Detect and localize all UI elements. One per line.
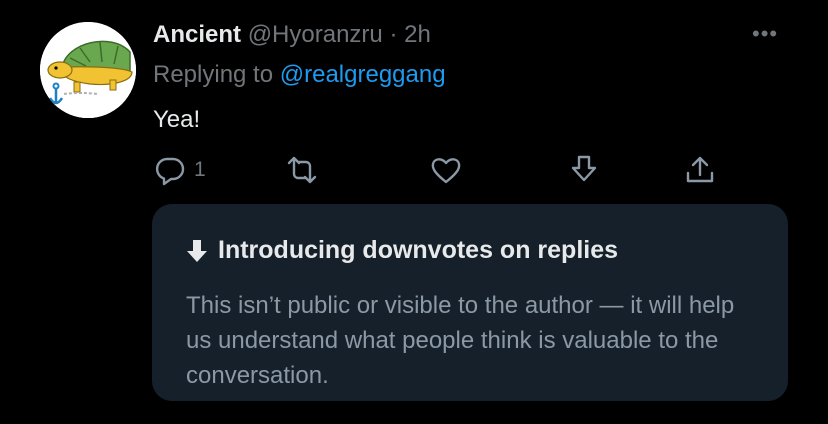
replying-to-label: Replying to (153, 61, 274, 88)
share-button[interactable] (684, 152, 716, 188)
downvotes-info-card: Introducing downvotes on replies This is… (152, 204, 788, 401)
author-handle[interactable]: @Hyoranzru (248, 21, 383, 48)
share-icon (686, 156, 714, 183)
reply-icon (155, 157, 185, 186)
downvote-button[interactable] (568, 152, 600, 188)
author-name[interactable]: Ancient (153, 21, 241, 48)
like-icon (431, 158, 461, 184)
replying-to: Replying to @realgreggang (153, 60, 446, 90)
retweet-icon (287, 156, 317, 184)
separator-dot: · (389, 21, 398, 48)
tweet-header: Ancient @Hyoranzru · 2h (153, 20, 431, 50)
card-title-row: Introducing downvotes on replies (186, 236, 618, 265)
tweet-time[interactable]: 2h (404, 21, 431, 48)
replying-to-link[interactable]: @realgreggang (280, 61, 446, 88)
arrow-down-icon (187, 239, 207, 262)
reply-button[interactable]: 1 (154, 152, 206, 188)
card-body: This isn’t public or visible to the auth… (186, 292, 735, 389)
downvote-icon (571, 155, 597, 182)
tweet-text: Yea! (153, 106, 201, 133)
card-title: Introducing downvotes on replies (218, 236, 619, 264)
like-button[interactable] (430, 152, 462, 188)
reply-count: 1 (194, 158, 206, 181)
more-options-icon[interactable]: ••• (752, 22, 778, 46)
turtle-avatar-icon (40, 22, 136, 118)
retweet-button[interactable] (286, 152, 318, 188)
avatar[interactable] (40, 22, 136, 118)
